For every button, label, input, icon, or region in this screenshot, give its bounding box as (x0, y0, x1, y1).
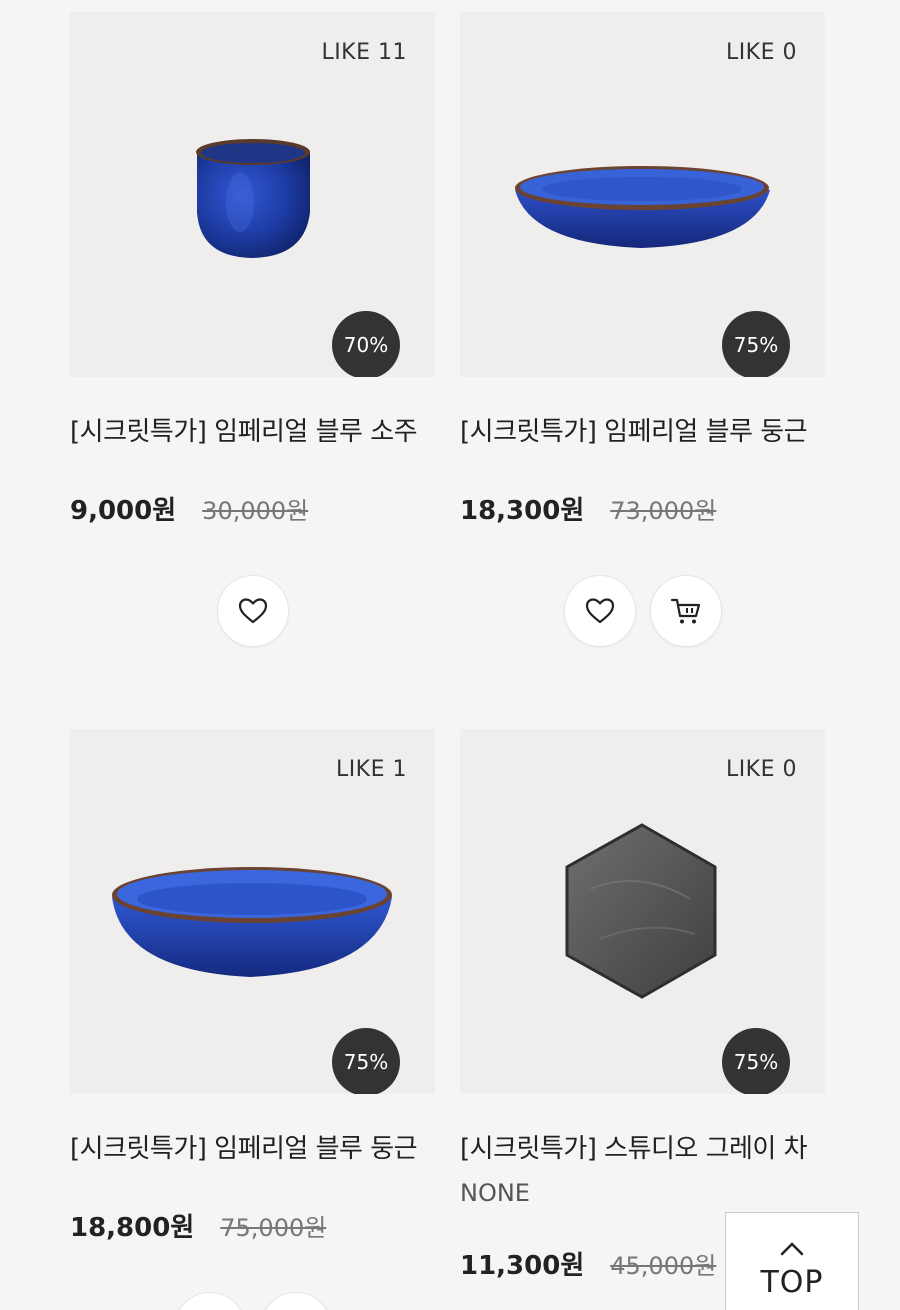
cart-icon (670, 598, 700, 624)
sale-price: 11,300원 (460, 1251, 585, 1281)
original-price: 75,000원 (220, 1214, 327, 1242)
product-thumbnail[interactable]: LIKE 11 70% (70, 12, 435, 377)
discount-badge: 75% (722, 311, 790, 377)
product-thumbnail[interactable]: LIKE 0 75% (460, 729, 825, 1094)
discount-badge: 75% (332, 1028, 400, 1094)
price-row: 18,300원 73,000원 (460, 490, 825, 527)
product-actions (460, 575, 825, 647)
product-card[interactable]: LIKE 1 75% [시크릿특가] 임페리얼 블루 둥근 18,800원 75… (70, 729, 435, 1310)
wishlist-button[interactable] (173, 1292, 246, 1310)
sale-price: 9,000원 (70, 496, 177, 526)
sale-price: 18,300원 (460, 496, 585, 526)
heart-icon (238, 598, 267, 624)
product-actions (70, 1292, 435, 1310)
product-title[interactable]: [시크릿특가] 임페리얼 블루 둥근 (460, 411, 825, 448)
price-row: 18,800원 75,000원 (70, 1207, 435, 1244)
discount-badge: 70% (332, 311, 400, 377)
product-title[interactable]: [시크릿특가] 임페리얼 블루 둥근 (70, 1128, 435, 1165)
price-row: 9,000원 30,000원 (70, 490, 435, 527)
scroll-to-top-button[interactable]: TOP (725, 1212, 859, 1310)
wishlist-button[interactable] (216, 575, 289, 647)
add-to-cart-button[interactable] (649, 575, 722, 647)
like-count: LIKE 1 (335, 757, 407, 782)
original-price: 30,000원 (202, 497, 309, 525)
product-card[interactable]: LIKE 11 70% [시크릿특가] 임페리얼 블루 소주 9,000원 30… (70, 12, 435, 647)
add-to-cart-button[interactable] (259, 1292, 332, 1310)
product-thumbnail[interactable]: LIKE 0 75% (460, 12, 825, 377)
product-card[interactable]: LIKE 0 75% [시크릿특가] 임페리얼 블루 둥근 18,300원 73… (460, 12, 825, 647)
product-actions (70, 575, 435, 647)
like-count: LIKE 0 (725, 757, 797, 782)
heart-icon (585, 598, 614, 624)
top-label: TOP (760, 1265, 824, 1300)
product-thumbnail[interactable]: LIKE 1 75% (70, 729, 435, 1094)
discount-badge: 75% (722, 1028, 790, 1094)
product-title[interactable]: [시크릿특가] 임페리얼 블루 소주 (70, 411, 435, 448)
original-price: 45,000원 (610, 1252, 717, 1280)
product-title[interactable]: [시크릿특가] 스튜디오 그레이 차 (460, 1128, 825, 1165)
original-price: 73,000원 (610, 497, 717, 525)
like-count: LIKE 0 (725, 40, 797, 65)
wishlist-button[interactable] (563, 575, 636, 647)
chevron-up-icon (780, 1242, 804, 1256)
sale-price: 18,800원 (70, 1213, 195, 1243)
product-card[interactable]: LIKE 0 75% [시크릿특가] 스튜디오 그레이 차 NONE 11,30… (460, 729, 825, 1282)
product-option: NONE (460, 1179, 530, 1207)
like-count: LIKE 11 (321, 40, 407, 65)
